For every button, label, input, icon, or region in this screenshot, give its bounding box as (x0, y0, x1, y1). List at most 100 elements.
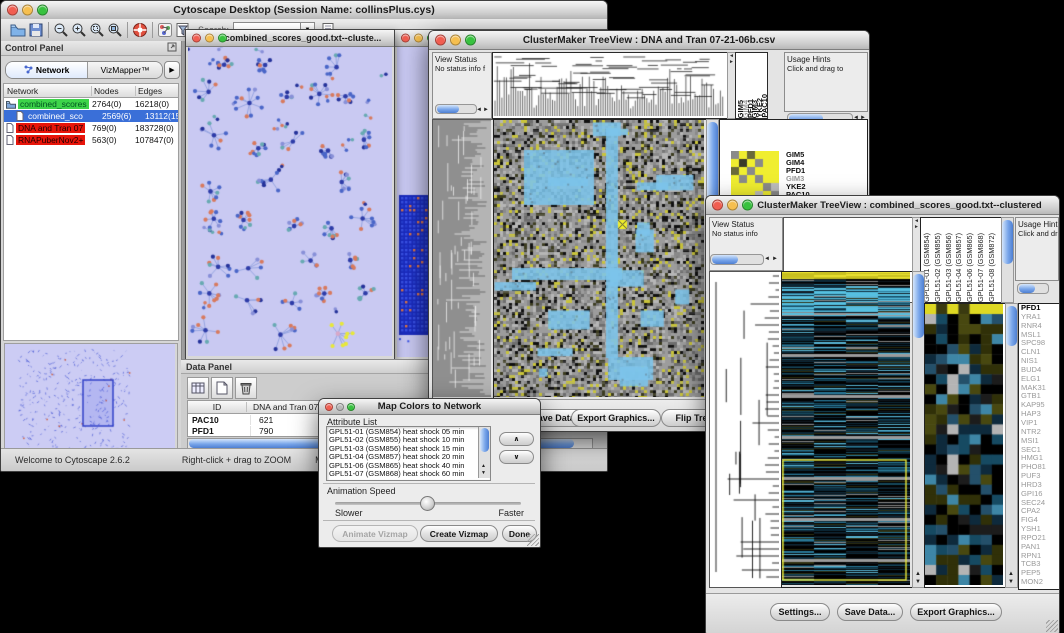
tv2-detail-heatmap-canvas[interactable] (925, 304, 1003, 585)
close-button[interactable] (7, 5, 18, 16)
save-session-button[interactable] (27, 21, 45, 39)
attribute-list[interactable]: GPL51-01 (GSM854) heat shock 05 minGPL51… (326, 426, 491, 481)
birdseye-canvas[interactable] (5, 344, 175, 456)
tv2-row-dendrogram[interactable] (709, 271, 782, 588)
modify-network-icon[interactable] (156, 21, 174, 39)
frame1-close-button[interactable] (192, 34, 201, 43)
attribute-list-vscroll-thumb[interactable] (480, 428, 489, 452)
tv1-status-left-arrow[interactable]: ◄ (476, 107, 482, 113)
zoom-button[interactable] (37, 5, 48, 16)
dialog-button-create-vizmap[interactable]: Create Vizmap (420, 525, 498, 542)
map-colors-dialog[interactable]: Map Colors to Network Attribute List GPL… (318, 398, 541, 548)
tv1-minimize-button[interactable] (450, 35, 461, 46)
tv2-detail-heatmap[interactable] (924, 303, 1006, 588)
tv2-status-hscroll-thumb[interactable] (712, 255, 738, 264)
tab-network[interactable]: Network (6, 62, 88, 78)
tv1-col-label[interactable]: PAC10 (761, 94, 766, 118)
zoom-selected-icon[interactable] (88, 21, 106, 39)
tab-overflow-button[interactable]: ▶ (164, 61, 180, 79)
tv1-status-hscroll[interactable] (435, 104, 477, 114)
button-export-graphics-[interactable]: Export Graphics... (910, 603, 1002, 621)
tv2-close-button[interactable] (712, 200, 723, 211)
new-attribute-button[interactable] (211, 377, 233, 399)
button-save-data-[interactable]: Save Data... (837, 603, 903, 621)
zoom-out-icon[interactable] (52, 21, 70, 39)
open-session-button[interactable] (9, 21, 27, 39)
tv1-detail-matrix-canvas[interactable] (731, 151, 779, 199)
dialog-minimize-button[interactable] (336, 403, 344, 411)
tv2-minimize-button[interactable] (727, 200, 738, 211)
tv1-heatmap-canvas[interactable] (494, 120, 704, 397)
network-view-canvas[interactable] (188, 47, 392, 356)
network-table-row[interactable]: combined_scores2764(0)16218(0) (4, 98, 178, 110)
tv1-status-hscroll-thumb[interactable] (437, 105, 459, 113)
birdseye-view[interactable] (4, 343, 178, 459)
frame1-minimize-button[interactable] (205, 34, 214, 43)
treeview2-titlebar[interactable]: ClusterMaker TreeView : combined_scores_… (706, 196, 1059, 215)
tv2-global-down-arrow[interactable]: ▼ (915, 579, 921, 585)
network-table-header[interactable]: Network Nodes Edges (4, 84, 178, 98)
tv2-collabel-vscrollbar[interactable] (1001, 217, 1014, 303)
button-export-graphics-[interactable]: Export Graphics... (571, 409, 661, 427)
dialog-resize-grip[interactable] (527, 534, 539, 546)
network-table-row[interactable]: RNAPuberNov2+563(0)107847(0) (4, 134, 178, 146)
col-edges[interactable]: Edges (136, 86, 178, 96)
tv2-col-label[interactable]: GPL51-08 (GSM872) (988, 233, 999, 302)
tv1-row-dendrogram[interactable] (432, 119, 494, 400)
tv2-detail-vscroll-thumb[interactable] (1006, 306, 1017, 346)
tv1-zoom-button[interactable] (465, 35, 476, 46)
tv2-global-heatmap[interactable] (781, 271, 913, 588)
tv2-detail-vscrollbar[interactable]: ▲ ▼ (1005, 303, 1018, 588)
tv2-hints-hscroll[interactable] (1017, 283, 1049, 294)
zoom-in-icon[interactable] (70, 21, 88, 39)
dialog-titlebar[interactable]: Map Colors to Network (319, 399, 540, 415)
frame1-zoom-button[interactable] (218, 34, 227, 43)
attribute-list-item[interactable]: GPL51-07 (GSM868) heat shock 60 min (329, 470, 488, 478)
move-down-button[interactable]: ∨ (499, 450, 534, 464)
delete-attribute-trash-icon[interactable] (235, 377, 257, 399)
tv2-status-hscroll[interactable] (710, 254, 764, 265)
float-panel-icon[interactable] (167, 39, 177, 57)
tv2-gene-label[interactable]: MON2 (1019, 578, 1060, 587)
move-up-button[interactable]: ∧ (499, 432, 534, 446)
tv2-status-right-arrow[interactable]: ► (772, 256, 778, 262)
tv2-zoom-button[interactable] (742, 200, 753, 211)
main-titlebar[interactable]: Cytoscape Desktop (Session Name: collins… (1, 1, 607, 20)
dialog-close-button[interactable] (325, 403, 333, 411)
frame2-close-button[interactable] (401, 34, 410, 43)
select-attributes-button[interactable] (187, 377, 209, 399)
tv1-column-dendrogram-canvas[interactable] (493, 53, 725, 116)
button-settings-[interactable]: Settings... (770, 603, 830, 621)
tv2-col-label[interactable]: GPL51-02 (GSM855) (934, 233, 945, 302)
tv2-detail-up-arrow[interactable]: ▲ (1008, 571, 1014, 577)
treeview2-window[interactable]: ClusterMaker TreeView : combined_scores_… (705, 195, 1060, 633)
tv2-global-heatmap-canvas[interactable] (782, 272, 910, 585)
frame2-minimize-button[interactable] (414, 34, 423, 43)
minimize-button[interactable] (22, 5, 33, 16)
dialog-zoom-button[interactable] (347, 403, 355, 411)
tv2-collabel-vscroll-thumb[interactable] (1002, 220, 1013, 264)
tv1-row-dendrogram-canvas[interactable] (433, 120, 491, 397)
col-network[interactable]: Network (4, 86, 92, 96)
tv1-heatmap[interactable] (493, 119, 707, 400)
tv2-global-vscroll-thumb[interactable] (913, 274, 924, 338)
col-nodes[interactable]: Nodes (92, 86, 136, 96)
window-controls[interactable] (7, 5, 48, 16)
treeview1-titlebar[interactable]: ClusterMaker TreeView : DNA and Tran 07-… (429, 31, 869, 50)
tv2-hints-hscroll-thumb[interactable] (1019, 284, 1035, 293)
tv2-row-dendrogram-canvas[interactable] (710, 272, 779, 585)
attr-scroll-down-arrow[interactable]: ▼ (481, 471, 486, 476)
tv1-status-right-arrow[interactable]: ► (483, 107, 489, 113)
tv2-resize-grip[interactable] (1046, 620, 1058, 632)
tv1-close-button[interactable] (435, 35, 446, 46)
network-frame-1[interactable]: combined_scores_good.txt--cluste... (185, 29, 395, 361)
tv2-gene-list[interactable]: PFD1YRA1RNR4MSL1SPC98CLN1NIS1BUD4ELG1MAK… (1018, 303, 1060, 590)
network-table-row[interactable]: combined_sco2569(6)13112(15) (4, 110, 178, 122)
zoom-fit-icon[interactable] (106, 21, 124, 39)
help-lifebuoy-icon[interactable] (131, 21, 149, 39)
data-col-id[interactable]: ID (188, 402, 247, 412)
tv1-column-dendrogram[interactable] (492, 52, 728, 119)
tab-vizmapper[interactable]: VizMapper™ (88, 62, 162, 78)
tv2-global-up-arrow[interactable]: ▲ (915, 571, 921, 577)
attr-scroll-up-arrow[interactable]: ▲ (481, 464, 486, 469)
